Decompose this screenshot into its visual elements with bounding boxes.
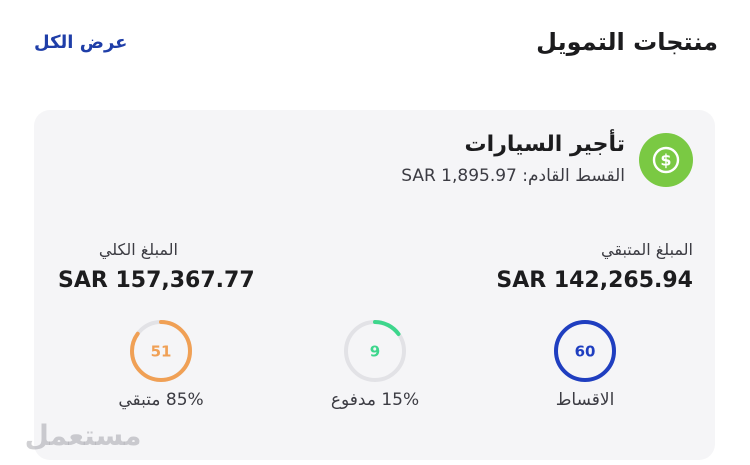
remaining-label: 85% متبقي [118, 390, 204, 410]
view-all-link[interactable]: عرض الكل [34, 32, 127, 53]
dollar-coin-icon: $ [639, 133, 693, 187]
paid-label: 15% مدفوع [330, 390, 420, 410]
paid-count: 9 [370, 343, 380, 361]
remaining-count: 51 [151, 343, 172, 361]
total-amount-block: المبلغ الكلي [58, 240, 318, 259]
remaining-ring: 51 [130, 320, 192, 382]
installments-count: 60 [575, 343, 596, 361]
product-name: تأجير السيارات [464, 132, 625, 157]
installments-ring: 60 [554, 320, 616, 382]
remaining-amount-label: المبلغ المتبقي [601, 240, 693, 259]
installments-label: الاقساط [555, 390, 615, 410]
total-amount-label: المبلغ الكلي [98, 240, 178, 259]
total-amount-value: SAR 157,367.77 [58, 268, 255, 293]
section-header: منتجات التمويل عرض الكل [34, 22, 718, 68]
paid-stat: 9 15% مدفوع [310, 318, 440, 410]
svg-text:$: $ [660, 151, 671, 170]
remaining-amount-value: SAR 142,265.94 [496, 268, 693, 293]
section-title: منتجات التمويل [536, 28, 718, 56]
remaining-stat: 51 85% متبقي [96, 318, 226, 410]
next-installment: القسط القادم: SAR 1,895.97 [401, 166, 625, 186]
watermark-logo: مستعمل [8, 415, 158, 461]
financing-product-card[interactable]: $ تأجير السيارات القسط القادم: SAR 1,895… [34, 110, 715, 460]
installments-stat: 60 الاقساط [520, 318, 650, 410]
paid-ring: 9 [344, 320, 406, 382]
svg-text:مستعمل: مستعمل [25, 419, 142, 452]
